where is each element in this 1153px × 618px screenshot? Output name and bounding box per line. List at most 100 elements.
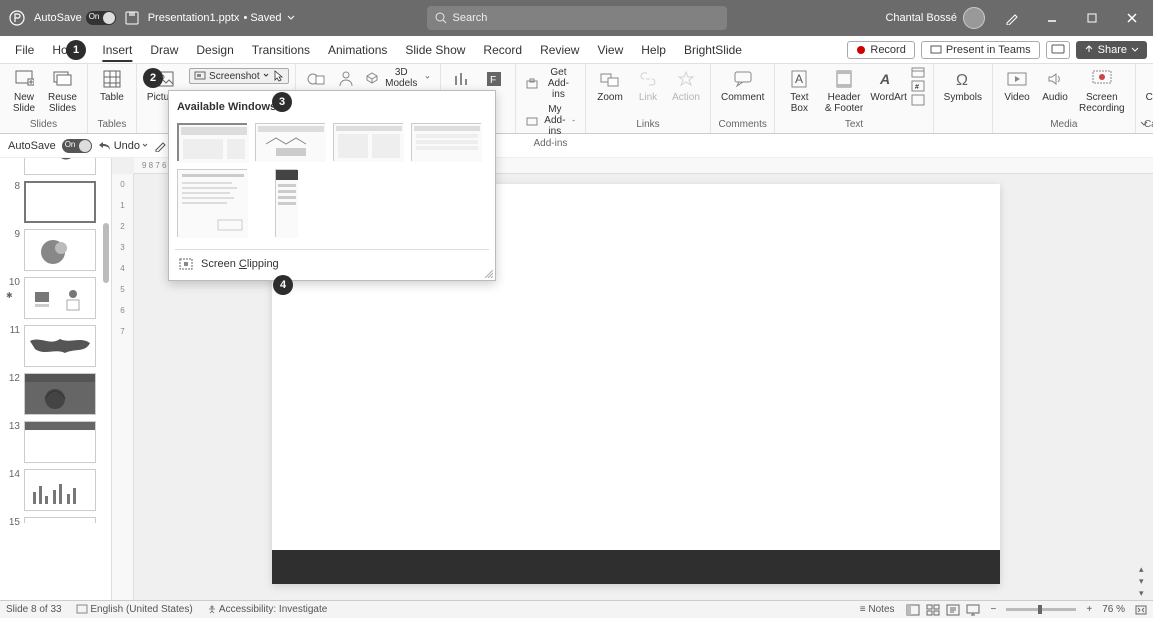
scrollbar-thumb[interactable] (103, 223, 109, 283)
window-thumbnail[interactable] (177, 123, 247, 161)
zoom-out-button[interactable]: − (991, 604, 997, 615)
tab-review[interactable]: Review (531, 36, 588, 63)
chart-button[interactable] (447, 66, 477, 92)
search-icon (435, 12, 447, 24)
tab-file[interactable]: File (6, 36, 43, 63)
video-button[interactable]: Video (999, 66, 1035, 105)
next-slide-button[interactable]: ▾ (1139, 576, 1149, 586)
zoom-in-button[interactable]: + (1086, 604, 1092, 615)
date-time-button[interactable] (909, 66, 927, 78)
tab-help[interactable]: Help (632, 36, 675, 63)
cameo-button[interactable]: Cameo (1142, 66, 1153, 105)
tab-insert[interactable]: Insert (93, 36, 141, 63)
present-teams-button[interactable]: Present in Teams (921, 41, 1040, 59)
slide-thumbnail[interactable] (24, 181, 96, 223)
user-account[interactable]: Chantal Bossé (885, 7, 985, 29)
tab-transitions[interactable]: Transitions (243, 36, 319, 63)
object-button[interactable] (909, 94, 927, 106)
tab-slideshow[interactable]: Slide Show (396, 36, 474, 63)
slide-thumbnail[interactable] (24, 517, 96, 523)
lang-indicator[interactable]: English (United States) (76, 604, 193, 615)
slide-thumbnail[interactable] (24, 158, 96, 175)
callout-3: 3 (272, 92, 292, 112)
undo-button[interactable]: Undo (98, 140, 148, 152)
slide-thumbnail[interactable] (24, 325, 96, 367)
next-slide-button-2[interactable]: ▾ (1139, 588, 1149, 598)
chevron-down-icon[interactable] (286, 13, 296, 23)
slide-thumbnail[interactable] (24, 373, 96, 415)
autosave-toggle[interactable]: AutoSave On (34, 11, 116, 25)
svg-text:A: A (879, 71, 890, 87)
sorter-view-button[interactable] (925, 603, 941, 617)
my-addins-button[interactable]: My Add-ins (522, 103, 579, 138)
tab-view[interactable]: View (588, 36, 632, 63)
window-thumbnail[interactable] (333, 123, 403, 161)
accessibility-indicator[interactable]: Accessibility: Investigate (207, 604, 328, 615)
icons-button[interactable] (332, 66, 360, 92)
header-footer-button[interactable]: Header & Footer (819, 66, 868, 116)
reuse-slides-button[interactable]: Reuse Slides (44, 66, 81, 116)
tab-brightslide[interactable]: BrightSlide (675, 36, 751, 63)
slide-thumbnail[interactable] (24, 277, 96, 319)
autosave-label: AutoSave (34, 12, 82, 24)
zoom-label[interactable]: 76 % (1102, 604, 1125, 615)
tab-design[interactable]: Design (187, 36, 242, 63)
pen-icon[interactable] (999, 5, 1025, 31)
3d-models-button[interactable]: 3D Models (362, 66, 434, 90)
window-thumbnail[interactable] (275, 169, 297, 237)
qat-autosave-label: AutoSave (8, 140, 56, 152)
get-addins-button[interactable]: Get Add-ins (522, 66, 579, 101)
prev-slide-button[interactable]: ▴ (1139, 564, 1149, 574)
shapes-button[interactable] (302, 66, 330, 92)
screen-clipping-button[interactable]: Screen Clipping (175, 249, 489, 274)
screen-recording-button[interactable]: Screen Recording (1075, 66, 1129, 116)
document-title[interactable]: Presentation1.pptx (148, 12, 240, 24)
slide-thumbnail[interactable] (24, 469, 96, 511)
save-icon[interactable] (124, 10, 140, 26)
slide-counter[interactable]: Slide 8 of 33 (6, 604, 62, 615)
zoom-slider[interactable] (1006, 608, 1076, 611)
share-button[interactable]: Share (1076, 41, 1147, 59)
avatar (963, 7, 985, 29)
minimize-button[interactable] (1039, 5, 1065, 31)
wordart-button[interactable]: AWordArt (871, 66, 907, 105)
table-button[interactable]: Table (94, 66, 130, 105)
reading-view-button[interactable] (945, 603, 961, 617)
zoom-button[interactable]: Zoom (592, 66, 628, 105)
tab-animations[interactable]: Animations (319, 36, 396, 63)
normal-view-button[interactable] (905, 603, 921, 617)
slide-panel[interactable]: 7 8 9 10✱ 11 12 13 14 15 (0, 158, 112, 600)
slide-thumbnail[interactable] (24, 229, 96, 271)
slideshow-view-button[interactable] (965, 603, 981, 617)
search-input[interactable]: Search (427, 6, 727, 30)
comments-toggle[interactable] (1046, 41, 1070, 59)
textbox-button[interactable]: AText Box (781, 66, 817, 116)
qat-autosave-toggle[interactable]: On (62, 139, 92, 153)
symbols-button[interactable]: ΩSymbols (940, 66, 986, 105)
screenshot-button[interactable]: Screenshot (189, 68, 289, 84)
window-thumbnail[interactable] (411, 123, 481, 161)
tab-record[interactable]: Record (474, 36, 531, 63)
collapse-ribbon-icon[interactable] (1139, 119, 1149, 129)
slide-number-button[interactable]: # (909, 80, 927, 92)
window-thumbnail[interactable] (177, 169, 247, 237)
qat-pen-icon[interactable] (154, 140, 168, 152)
notes-button[interactable]: ≡ Notes (860, 604, 895, 615)
svg-text:A: A (795, 72, 803, 86)
window-thumbnail[interactable] (255, 123, 325, 161)
slide-number: 11 (6, 325, 20, 367)
forms-button[interactable]: F (479, 66, 509, 92)
maximize-button[interactable] (1079, 5, 1105, 31)
record-button[interactable]: Record (847, 41, 914, 59)
ribbon-tabs: File Home Insert Draw Design Transitions… (0, 36, 1153, 64)
close-button[interactable] (1119, 5, 1145, 31)
saved-indicator: • Saved (243, 12, 281, 24)
fit-to-window-button[interactable] (1135, 605, 1147, 615)
slide-thumbnail[interactable] (24, 421, 96, 463)
tab-draw[interactable]: Draw (141, 36, 187, 63)
new-slide-button[interactable]: New Slide (6, 66, 42, 116)
comment-button[interactable]: Comment (717, 66, 768, 105)
search-placeholder: Search (453, 12, 488, 24)
resize-handle-icon[interactable] (485, 270, 493, 278)
audio-button[interactable]: Audio (1037, 66, 1073, 105)
